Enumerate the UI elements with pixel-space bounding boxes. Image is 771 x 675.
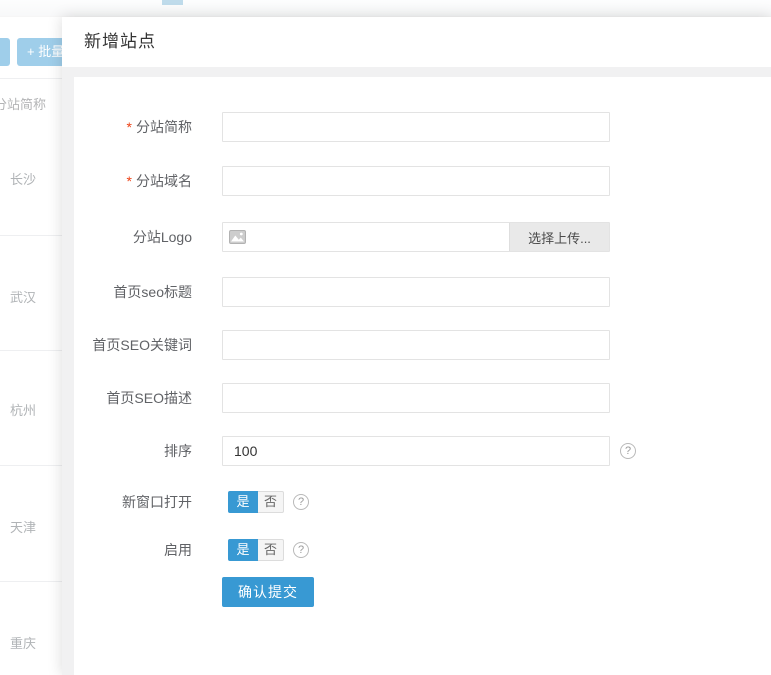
logo-upload-field[interactable]: 选择上传...: [222, 222, 610, 252]
form-row-seo-keywords: 首页SEO关键词: [74, 330, 771, 360]
form-row-site-domain: *分站域名: [74, 166, 771, 196]
field-label: 排序: [74, 436, 192, 466]
field-label: *分站简称: [74, 112, 192, 142]
required-asterisk: *: [127, 119, 132, 135]
form-row-new-window: 新窗口打开 是 否 ?: [74, 491, 771, 513]
form-row-seo-description: 首页SEO描述: [74, 383, 771, 413]
form-row-site-logo: 分站Logo 选择上传...: [74, 222, 771, 252]
seo-title-input[interactable]: [222, 277, 610, 307]
site-domain-input[interactable]: [222, 166, 610, 196]
sort-order-input[interactable]: [222, 436, 610, 466]
screen: + 批量 分站简称 长沙 武汉 杭州 天津 重庆 新增站点 *分站简称 *分站域…: [0, 0, 771, 675]
field-label: 启用: [74, 539, 192, 561]
seo-description-input[interactable]: [222, 383, 610, 413]
help-icon[interactable]: ?: [620, 443, 636, 459]
toggle-option-yes[interactable]: 是: [228, 491, 258, 513]
toggle-option-no[interactable]: 否: [258, 491, 284, 513]
field-label: 首页SEO描述: [74, 383, 192, 413]
choose-upload-button[interactable]: 选择上传...: [509, 223, 609, 251]
form-row-enabled: 启用 是 否 ?: [74, 539, 771, 561]
field-label: 新窗口打开: [74, 491, 192, 513]
form-row-site-name: *分站简称: [74, 112, 771, 142]
form-card: *分站简称 *分站域名 分站Logo 选择上传...: [74, 77, 771, 675]
seo-keywords-input[interactable]: [222, 330, 610, 360]
enabled-toggle[interactable]: 是 否: [228, 539, 284, 561]
help-icon[interactable]: ?: [293, 494, 309, 510]
toggle-option-yes[interactable]: 是: [228, 539, 258, 561]
field-label: 首页SEO关键词: [74, 330, 192, 360]
new-window-toggle[interactable]: 是 否: [228, 491, 284, 513]
form-row-seo-title: 首页seo标题: [74, 277, 771, 307]
toggle-option-no[interactable]: 否: [258, 539, 284, 561]
form-row-sort: 排序 ?: [74, 436, 771, 466]
site-name-input[interactable]: [222, 112, 610, 142]
field-label: 首页seo标题: [74, 277, 192, 307]
drawer-title: 新增站点: [84, 17, 156, 67]
field-label: 分站Logo: [74, 222, 192, 252]
add-site-drawer: 新增站点 *分站简称 *分站域名 分站Logo: [62, 17, 771, 675]
required-asterisk: *: [127, 173, 132, 189]
field-label: *分站域名: [74, 166, 192, 196]
image-placeholder-icon: [229, 230, 246, 244]
help-icon[interactable]: ?: [293, 542, 309, 558]
confirm-submit-button[interactable]: 确认提交: [222, 577, 314, 607]
drawer-header: 新增站点: [62, 17, 771, 67]
